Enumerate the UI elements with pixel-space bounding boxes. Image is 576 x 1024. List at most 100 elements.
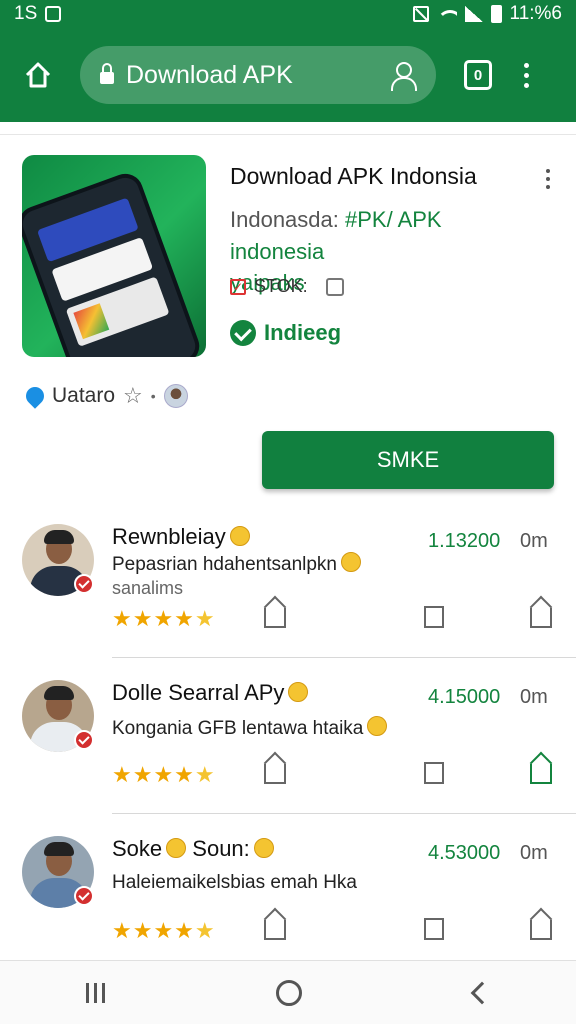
recents-bar bbox=[101, 982, 105, 1003]
avatar-hair bbox=[44, 686, 74, 700]
signal-icon bbox=[464, 6, 483, 22]
recents-button[interactable] bbox=[85, 982, 105, 1003]
star-icons: ★★★★ bbox=[112, 918, 195, 943]
tabs-count: 0 bbox=[473, 66, 483, 84]
reviewer-name: Rewnbleiay bbox=[112, 524, 250, 550]
verified-badge-icon bbox=[74, 886, 94, 906]
reviewer-name-text: Dolle Searral APy bbox=[112, 680, 285, 705]
bookmark-icon[interactable] bbox=[424, 918, 444, 940]
house-icon[interactable] bbox=[264, 764, 286, 784]
app-more-button[interactable] bbox=[546, 169, 552, 189]
address-text: Download APK bbox=[126, 60, 293, 89]
star-outline-icon[interactable]: ☆ bbox=[123, 383, 143, 409]
app-card: Download APK Indonsia Indonasda: #PK/ AP… bbox=[0, 134, 576, 502]
share-icon[interactable] bbox=[530, 764, 552, 784]
copy-icon[interactable] bbox=[325, 277, 344, 296]
wave-emoji-icon bbox=[367, 716, 388, 736]
review-time: 0m bbox=[520, 686, 548, 708]
review-subtext: sanalims bbox=[112, 578, 184, 598]
phone-illustration bbox=[22, 168, 205, 357]
mute-icon bbox=[412, 6, 429, 22]
wave-emoji-icon bbox=[341, 552, 362, 572]
developer-name[interactable]: Uataro bbox=[52, 384, 115, 408]
overflow-menu-button[interactable] bbox=[522, 62, 530, 88]
status-time: 11:%6 bbox=[509, 3, 562, 24]
review-list: Rewnbleiay Pepasrian hdahentsanlpkn sana… bbox=[0, 502, 576, 970]
back-button[interactable] bbox=[470, 981, 494, 1004]
status-left-text: 1S bbox=[14, 3, 38, 24]
developer-avatar[interactable] bbox=[163, 384, 188, 408]
menu-dot bbox=[546, 177, 550, 181]
menu-dot bbox=[546, 169, 550, 173]
app-thumbnail[interactable] bbox=[22, 155, 206, 357]
emoji-icon bbox=[229, 526, 250, 546]
developer-row: Uataro ☆ • bbox=[22, 383, 188, 409]
star-icon-highlight: ★ bbox=[194, 918, 216, 943]
reviewer-name-text-2: Soun: bbox=[192, 836, 250, 861]
stock-icon: ✓ bbox=[230, 278, 246, 295]
house-icon[interactable] bbox=[264, 608, 286, 628]
review-score: 4.53000 bbox=[428, 842, 501, 864]
review-item[interactable]: Dolle Searral APy Kongania GFB lentawa h… bbox=[0, 658, 576, 814]
share-icon[interactable] bbox=[530, 920, 552, 940]
review-score: 4.15000 bbox=[428, 686, 501, 708]
review-text: Pepasrian hdahentsanlpkn bbox=[112, 552, 362, 576]
emoji-icon bbox=[288, 682, 309, 702]
recents-bar bbox=[85, 982, 89, 1003]
home-icon bbox=[25, 62, 51, 88]
share-icon[interactable] bbox=[530, 608, 552, 628]
system-nav-bar bbox=[0, 960, 576, 1024]
review-score: 1.13200 bbox=[428, 530, 501, 552]
reviewer-name-text: Soke bbox=[112, 836, 163, 861]
address-bar[interactable]: Download APK bbox=[80, 46, 436, 104]
app-name: Download APK Indonsia bbox=[230, 163, 477, 189]
review-time: 0m bbox=[520, 842, 548, 864]
star-icons: ★★★★ bbox=[112, 606, 195, 631]
battery-icon bbox=[490, 5, 502, 23]
reviewer-name-text: Rewnbleiay bbox=[112, 524, 226, 549]
review-text-content: Pepasrian hdahentsanlpkn bbox=[112, 554, 338, 575]
stock-row: ✓ STOK: bbox=[230, 276, 344, 297]
verified-label: Indieeg bbox=[264, 320, 342, 345]
verified-badge-icon bbox=[74, 730, 94, 750]
review-item[interactable]: Soke Soun: Haleiemaikelsbias emah Hka 4.… bbox=[0, 814, 576, 970]
avatar-hair bbox=[44, 530, 74, 544]
review-text-content: Kongania GFB lentawa htaika bbox=[112, 718, 364, 739]
house-icon[interactable] bbox=[264, 920, 286, 940]
rating-stars: ★★★★★ bbox=[112, 606, 216, 632]
menu-dot bbox=[523, 72, 529, 78]
status-left: 1S bbox=[14, 3, 62, 25]
nav-home-button[interactable] bbox=[276, 979, 303, 1006]
stock-label: STOK: bbox=[254, 276, 308, 296]
home-button[interactable] bbox=[18, 55, 58, 95]
wave-emoji-icon bbox=[253, 838, 274, 858]
bookmark-icon[interactable] bbox=[424, 606, 444, 628]
location-pin-icon bbox=[22, 383, 48, 409]
bookmark-icon[interactable] bbox=[424, 762, 444, 784]
emoji-icon bbox=[166, 838, 187, 858]
account-icon[interactable] bbox=[390, 61, 417, 91]
browser-toolbar: Download APK 0 bbox=[0, 28, 576, 122]
status-bar: 1S 11:%6 bbox=[0, 0, 576, 28]
star-icons: ★★★★ bbox=[112, 762, 195, 787]
review-item[interactable]: Rewnbleiay Pepasrian hdahentsanlpkn sana… bbox=[0, 502, 576, 658]
verified-badge-icon bbox=[74, 574, 94, 594]
review-text: Kongania GFB lentawa htaika bbox=[112, 716, 388, 740]
download-button[interactable]: SMKE bbox=[262, 431, 554, 489]
rating-stars: ★★★★★ bbox=[112, 918, 216, 944]
tabs-button[interactable]: 0 bbox=[464, 60, 492, 90]
rating-stars: ★★★★★ bbox=[112, 762, 216, 788]
check-circle-icon bbox=[230, 320, 256, 346]
star-icon-highlight: ★ bbox=[194, 606, 216, 631]
reviewer-name: Dolle Searral APy bbox=[112, 680, 309, 706]
avatar-hair bbox=[44, 842, 74, 856]
dash-icon: • bbox=[150, 388, 156, 404]
status-right: 11:%6 bbox=[412, 3, 562, 25]
verified-row: Indieeg bbox=[230, 320, 341, 346]
app-subtitle: Indonasda: #PK/ APK indonesia bbox=[230, 204, 530, 268]
menu-dot bbox=[523, 62, 529, 68]
wifi-icon bbox=[436, 6, 457, 22]
menu-dot bbox=[523, 82, 529, 88]
reviewer-name: Soke Soun: bbox=[112, 836, 274, 862]
star-icon-highlight: ★ bbox=[194, 762, 216, 787]
